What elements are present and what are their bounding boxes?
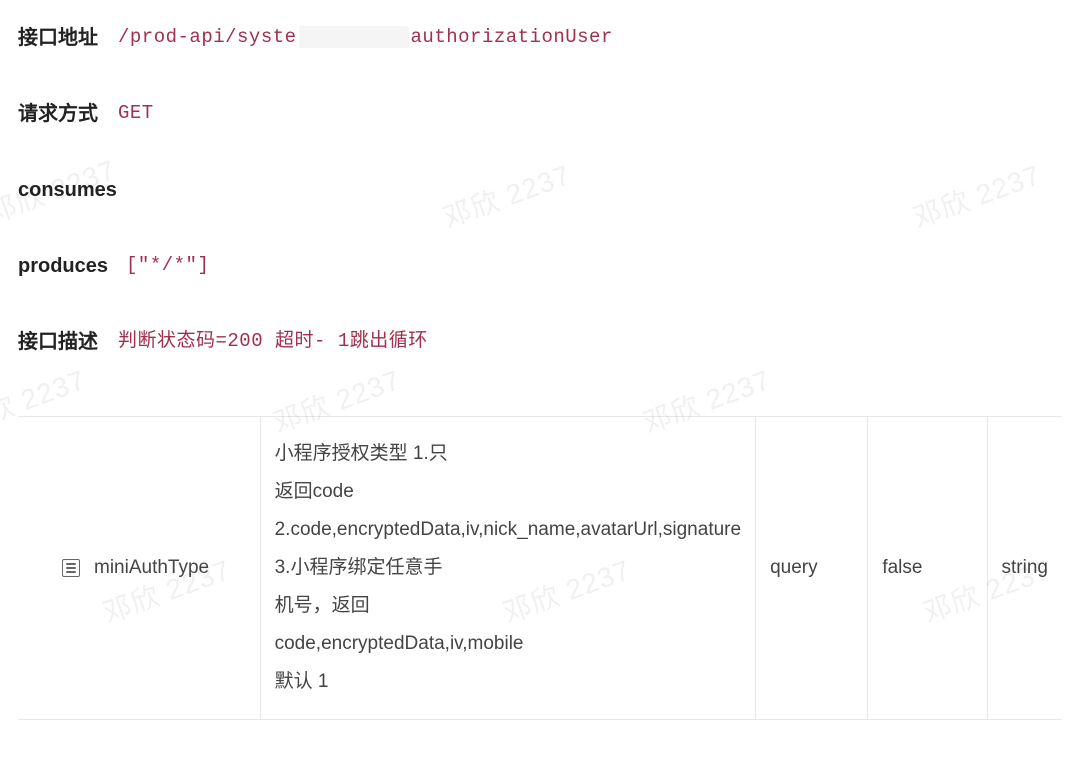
api-doc: 接口地址 /prod-api/syste authorizationUser 请求… xyxy=(0,0,1080,720)
field-label-endpoint: 接口地址 xyxy=(18,22,118,54)
param-desc-line: 小程序授权类型 1.只 xyxy=(275,435,741,473)
param-desc-line: 返回code xyxy=(275,473,741,511)
field-label-method: 请求方式 xyxy=(18,98,118,130)
field-value-produces: ["*/*"] xyxy=(126,250,209,280)
param-name-text: miniAuthType xyxy=(94,549,209,587)
cell-param-description: 小程序授权类型 1.只 返回code 2.code,encryptedData,… xyxy=(260,417,755,720)
endpoint-prefix: /prod-api/syste xyxy=(118,26,297,48)
field-label-produces: produces xyxy=(18,250,126,282)
endpoint-suffix: authorizationUser xyxy=(411,26,613,48)
param-desc-line: 默认 1 xyxy=(275,663,741,701)
params-table: miniAuthType 小程序授权类型 1.只 返回code 2.code,e… xyxy=(18,416,1062,720)
param-desc-line: 3.小程序绑定任意手 xyxy=(275,549,741,587)
table-row: miniAuthType 小程序授权类型 1.只 返回code 2.code,e… xyxy=(18,417,1062,720)
field-produces: produces ["*/*"] xyxy=(18,250,1062,282)
field-value-endpoint: /prod-api/syste authorizationUser xyxy=(118,22,613,52)
field-label-consumes: consumes xyxy=(18,174,135,206)
list-icon xyxy=(62,559,80,577)
endpoint-redacted xyxy=(299,26,409,49)
cell-param-in: query xyxy=(756,417,868,720)
field-label-description: 接口描述 xyxy=(18,326,118,358)
field-consumes: consumes xyxy=(18,174,1062,206)
field-description: 接口描述 判断状态码=200 超时- 1跳出循环 xyxy=(18,326,1062,358)
field-method: 请求方式 GET xyxy=(18,98,1062,130)
field-endpoint: 接口地址 /prod-api/syste authorizationUser xyxy=(18,22,1062,54)
cell-param-type: string xyxy=(987,417,1062,720)
param-desc-line: 2.code,encryptedData,iv,nick_name,avatar… xyxy=(275,511,741,549)
cell-param-name: miniAuthType xyxy=(18,417,260,720)
param-desc-line: code,encryptedData,iv,mobile xyxy=(275,625,741,663)
cell-param-required: false xyxy=(868,417,987,720)
field-value-description: 判断状态码=200 超时- 1跳出循环 xyxy=(118,326,428,356)
field-value-method: GET xyxy=(118,98,154,128)
param-desc-line: 机号，返回 xyxy=(275,587,741,625)
